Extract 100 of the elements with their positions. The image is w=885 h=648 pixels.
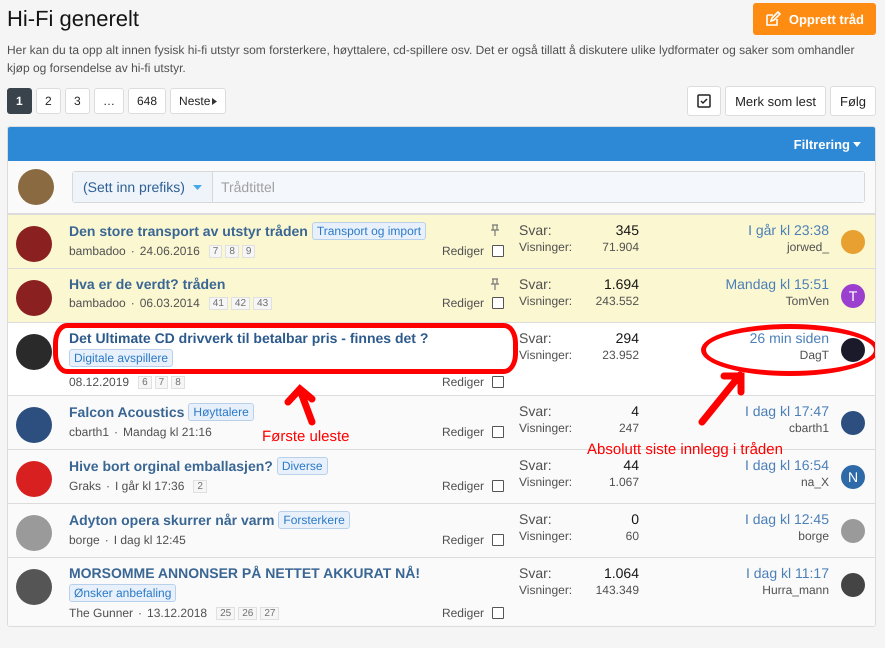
page-link[interactable]: 27 (260, 606, 280, 620)
last-post-time[interactable]: I dag kl 16:54 (744, 457, 829, 473)
edit-link[interactable]: Rediger (442, 375, 484, 389)
page-link[interactable]: 6 (138, 376, 152, 388)
last-poster-name[interactable]: Hurra_mann (762, 583, 829, 597)
views-count: 1.067 (608, 475, 639, 489)
page-link[interactable]: 41 (208, 296, 228, 310)
thread-title-link[interactable]: Adyton opera skurrer når varm (69, 512, 274, 528)
separator-dot: · (106, 479, 110, 493)
page-button[interactable]: 648 (128, 88, 166, 114)
views-count: 243.552 (594, 294, 639, 308)
select-checkbox[interactable] (492, 607, 504, 619)
filter-button[interactable]: Filtrering (788, 136, 867, 152)
last-post-time[interactable]: I dag kl 17:47 (744, 403, 829, 419)
prefix-tag[interactable]: Ønsker anbefaling (69, 584, 176, 602)
last-post-time[interactable]: I dag kl 11:17 (746, 565, 829, 581)
replies-label: Svar: (519, 565, 553, 581)
avatar: N (841, 465, 865, 489)
page-button[interactable]: 2 (36, 88, 61, 114)
prefix-tag[interactable]: Diverse (276, 457, 328, 475)
caret-icon (853, 142, 861, 146)
thread-title-link[interactable]: Falcon Acoustics (69, 404, 184, 420)
views-count: 247 (618, 421, 639, 435)
author-name: borge (69, 533, 100, 547)
replies-label: Svar: (519, 403, 553, 419)
select-checkbox[interactable] (492, 480, 504, 492)
thread-title-link[interactable]: Den store transport av utstyr tråden (69, 223, 308, 239)
page-link[interactable]: 8 (225, 244, 239, 258)
views-label: Visninger: (519, 583, 574, 597)
last-poster-name[interactable]: jorwed_ (786, 240, 829, 254)
edit-link[interactable]: Rediger (442, 244, 484, 258)
page-button[interactable]: 3 (65, 88, 90, 114)
select-checkbox[interactable] (492, 297, 504, 309)
edit-link[interactable]: Rediger (442, 479, 484, 493)
last-poster-name[interactable]: DagT (800, 348, 829, 362)
edit-link[interactable]: Rediger (442, 533, 484, 547)
page-button[interactable]: 1 (7, 88, 32, 114)
thread-date: 08.12.2019 (69, 375, 130, 389)
thread-title-link[interactable]: Hva er de verdt? tråden (69, 276, 226, 292)
replies-label: Svar: (519, 330, 553, 346)
thread-title-link[interactable]: Det Ultimate CD drivverk til betalbar pris - finnes det ? (69, 330, 428, 346)
page-link[interactable]: 43 (253, 296, 272, 310)
pin-icon (490, 278, 500, 290)
page-button[interactable]: … (94, 88, 124, 114)
page-link[interactable]: 25 (216, 606, 236, 620)
views-label: Visninger: (519, 475, 574, 489)
page-link[interactable]: 9 (242, 244, 256, 258)
last-poster-name[interactable]: TomVen (786, 294, 829, 308)
prefix-tag[interactable]: Digitale avspillere (69, 349, 174, 367)
page-link[interactable]: 8 (171, 376, 185, 388)
page-link[interactable]: 42 (230, 296, 250, 310)
views-label: Visninger: (519, 348, 574, 362)
select-checkbox[interactable] (492, 376, 504, 388)
prefix-tag[interactable]: Transport og import (312, 222, 426, 240)
edit-link[interactable]: Rediger (442, 606, 484, 620)
follow-button[interactable]: Følg (830, 86, 876, 116)
prefix-dropdown[interactable]: (Sett inn prefiks) (73, 172, 213, 202)
avatar-icon (18, 169, 54, 205)
page-link[interactable]: 2 (193, 480, 207, 492)
avatar: T (841, 284, 865, 308)
replies-count: 345 (614, 222, 639, 238)
next-button[interactable]: Neste (170, 88, 226, 114)
last-post-time[interactable]: 26 min siden (750, 330, 829, 346)
thread-date: 06.03.2014 (140, 296, 200, 310)
edit-link[interactable]: Rediger (442, 425, 484, 439)
select-checkbox[interactable] (492, 245, 504, 257)
thread-date: I går kl 17:36 (115, 479, 184, 493)
thread-title-link[interactable]: Hive bort orginal emballasjen? (69, 458, 273, 474)
mark-read-button[interactable]: Merk som lest (725, 86, 826, 116)
prefix-tag[interactable]: Forsterkere (278, 511, 350, 529)
page-link[interactable]: 7 (208, 244, 222, 258)
checkbox-icon (697, 94, 712, 108)
select-checkbox[interactable] (492, 534, 504, 546)
replies-count: 1.064 (602, 565, 639, 581)
last-post-time[interactable]: I går kl 23:38 (748, 222, 829, 238)
edit-link[interactable]: Rediger (442, 296, 484, 310)
last-poster-name[interactable]: borge (798, 529, 829, 543)
prefix-tag[interactable]: Høyttalere (188, 403, 254, 421)
annotation-text: Første uleste (262, 428, 350, 445)
last-poster-name[interactable]: cbarth1 (788, 421, 829, 435)
views-label: Visninger: (519, 529, 574, 543)
views-count: 60 (624, 529, 639, 543)
author-name: bambadoo (69, 296, 126, 310)
page-link[interactable]: 26 (238, 606, 258, 620)
views-count: 23.952 (601, 348, 639, 362)
arrow (698, 372, 744, 426)
caret-icon (192, 184, 202, 190)
last-post-time[interactable]: I dag kl 12:45 (744, 511, 829, 527)
replies-count: 44 (622, 457, 639, 473)
thread-title-link[interactable]: MORSOMME ANNONSER PÅ NETTET AKKURAT NÅ! (69, 565, 420, 581)
separator-dot: · (114, 425, 118, 439)
arrow (284, 384, 316, 426)
thread-title-field[interactable]: (Sett inn prefiks) Trådtittel (72, 171, 865, 203)
views-count: 71.904 (601, 240, 639, 254)
page-link[interactable]: 7 (154, 376, 168, 388)
last-poster-name[interactable]: na_X (800, 475, 829, 489)
last-post-time[interactable]: Mandag kl 15:51 (725, 276, 829, 292)
select-checkbox[interactable] (492, 426, 504, 438)
edit-icon (764, 11, 781, 27)
select-button[interactable] (687, 86, 722, 116)
